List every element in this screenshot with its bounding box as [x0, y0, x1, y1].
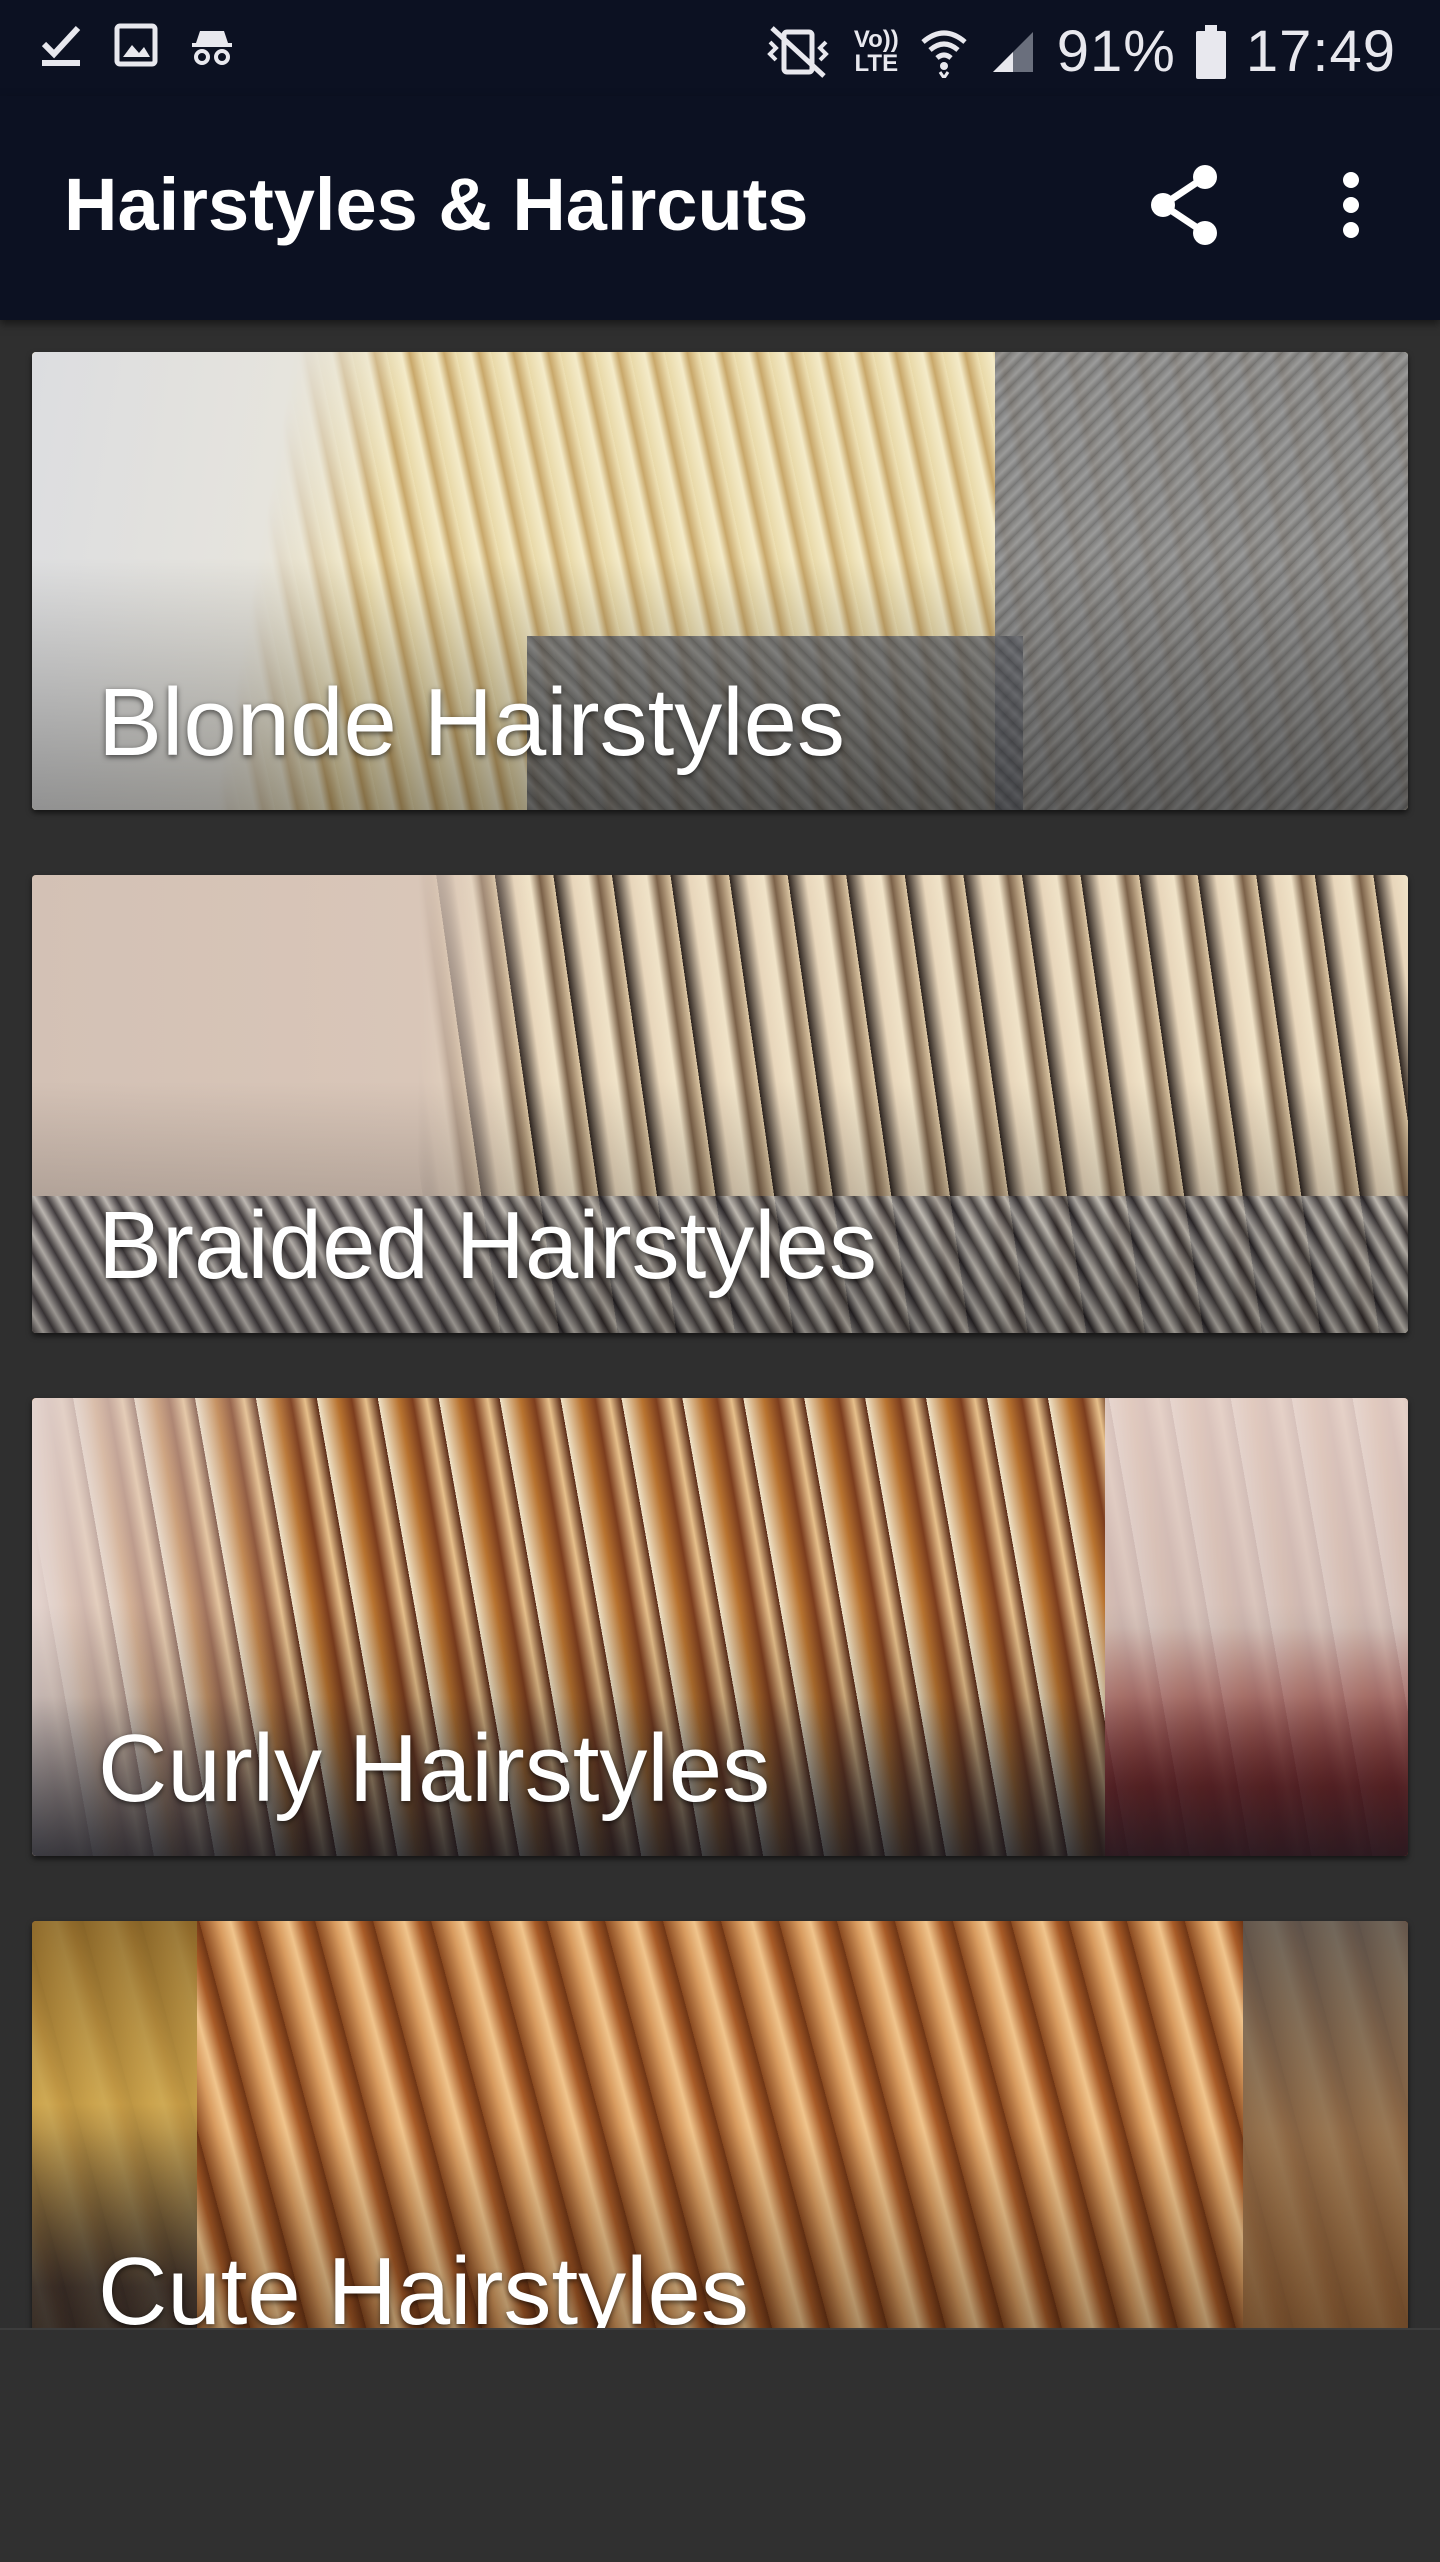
volte-icon: Vo)) LTE: [853, 25, 899, 77]
vibrate-mute-icon: [767, 25, 829, 78]
download-done-icon: [41, 25, 81, 66]
category-label: Blonde Hairstyles: [98, 669, 845, 776]
incognito-icon: [192, 31, 232, 65]
category-list: Blonde Hairstyles Braided Hairstyles Cur…: [0, 320, 1440, 2328]
more-options-button[interactable]: [1296, 150, 1406, 260]
bottom-panel: [0, 2328, 1440, 2562]
status-bar: Vo)) LTE 91% 17:49: [0, 0, 1440, 96]
image-icon: [114, 23, 158, 67]
battery-percentage: 91%: [1056, 19, 1176, 84]
wifi-icon: [921, 30, 967, 78]
category-card-braided[interactable]: Braided Hairstyles: [32, 875, 1408, 1333]
system-icons: Vo)) LTE 91% 17:49: [762, 18, 1396, 85]
more-vert-icon: [1343, 172, 1359, 238]
category-label: Braided Hairstyles: [98, 1192, 877, 1299]
app-title: Hairstyles & Haircuts: [64, 163, 809, 246]
app-bar: Hairstyles & Haircuts: [0, 96, 1440, 320]
volte-label-top: Vo)): [853, 25, 899, 53]
share-icon: [1151, 165, 1217, 245]
category-label: Cute Hairstyles: [98, 2238, 749, 2328]
clock: 17:49: [1245, 19, 1396, 84]
category-card-cute[interactable]: Cute Hairstyles: [32, 1921, 1408, 2328]
category-card-blonde[interactable]: Blonde Hairstyles: [32, 352, 1408, 810]
volte-label-bottom: LTE: [854, 49, 899, 77]
battery-icon: [1195, 24, 1226, 79]
category-label: Curly Hairstyles: [98, 1715, 771, 1822]
signal-icon: [992, 31, 1033, 72]
share-button[interactable]: [1130, 150, 1240, 260]
notification-icons: [40, 22, 234, 68]
category-card-curly[interactable]: Curly Hairstyles: [32, 1398, 1408, 1856]
